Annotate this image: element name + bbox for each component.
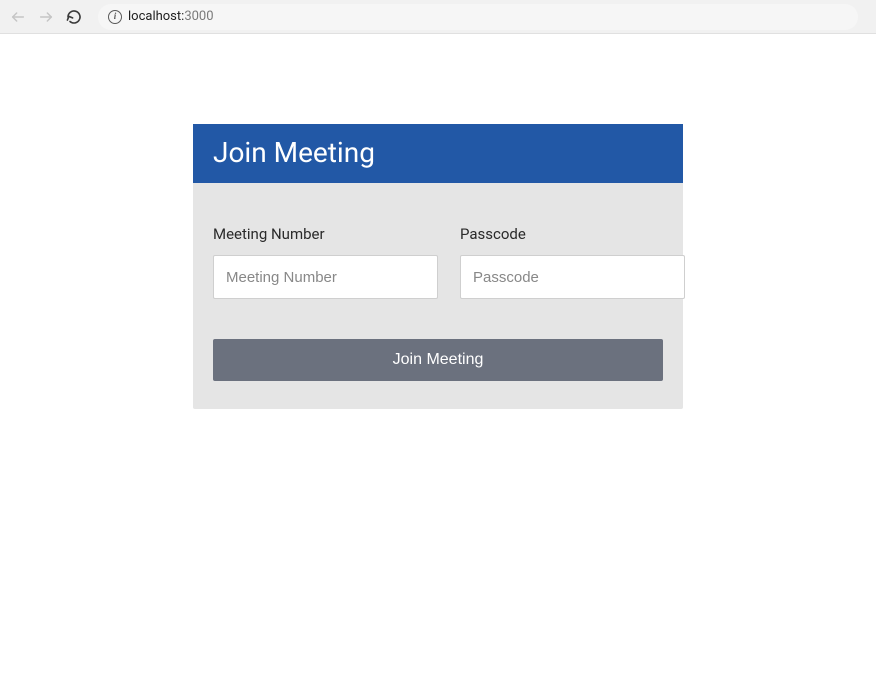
url-port: 3000 [184,9,213,24]
meeting-number-input[interactable] [213,255,438,299]
address-bar[interactable]: i localhost:3000 [98,4,858,30]
passcode-field: Passcode [460,225,685,299]
card-body: Meeting Number Passcode Join Meeting [193,183,683,409]
browser-toolbar: i localhost:3000 [0,0,876,34]
join-meeting-card: Join Meeting Meeting Number Passcode Joi… [193,124,683,409]
form-row: Meeting Number Passcode [213,225,663,299]
meeting-number-label: Meeting Number [213,225,438,243]
page-content: Join Meeting Meeting Number Passcode Joi… [0,34,876,409]
passcode-input[interactable] [460,255,685,299]
meeting-number-field: Meeting Number [213,225,438,299]
url-display: localhost:3000 [128,9,214,24]
back-icon[interactable] [8,7,28,27]
card-title: Join Meeting [193,124,683,183]
passcode-label: Passcode [460,225,685,243]
reload-icon[interactable] [64,7,84,27]
site-info-icon[interactable]: i [108,10,122,24]
join-meeting-button[interactable]: Join Meeting [213,339,663,381]
url-host: localhost: [128,9,184,24]
forward-icon[interactable] [36,7,56,27]
